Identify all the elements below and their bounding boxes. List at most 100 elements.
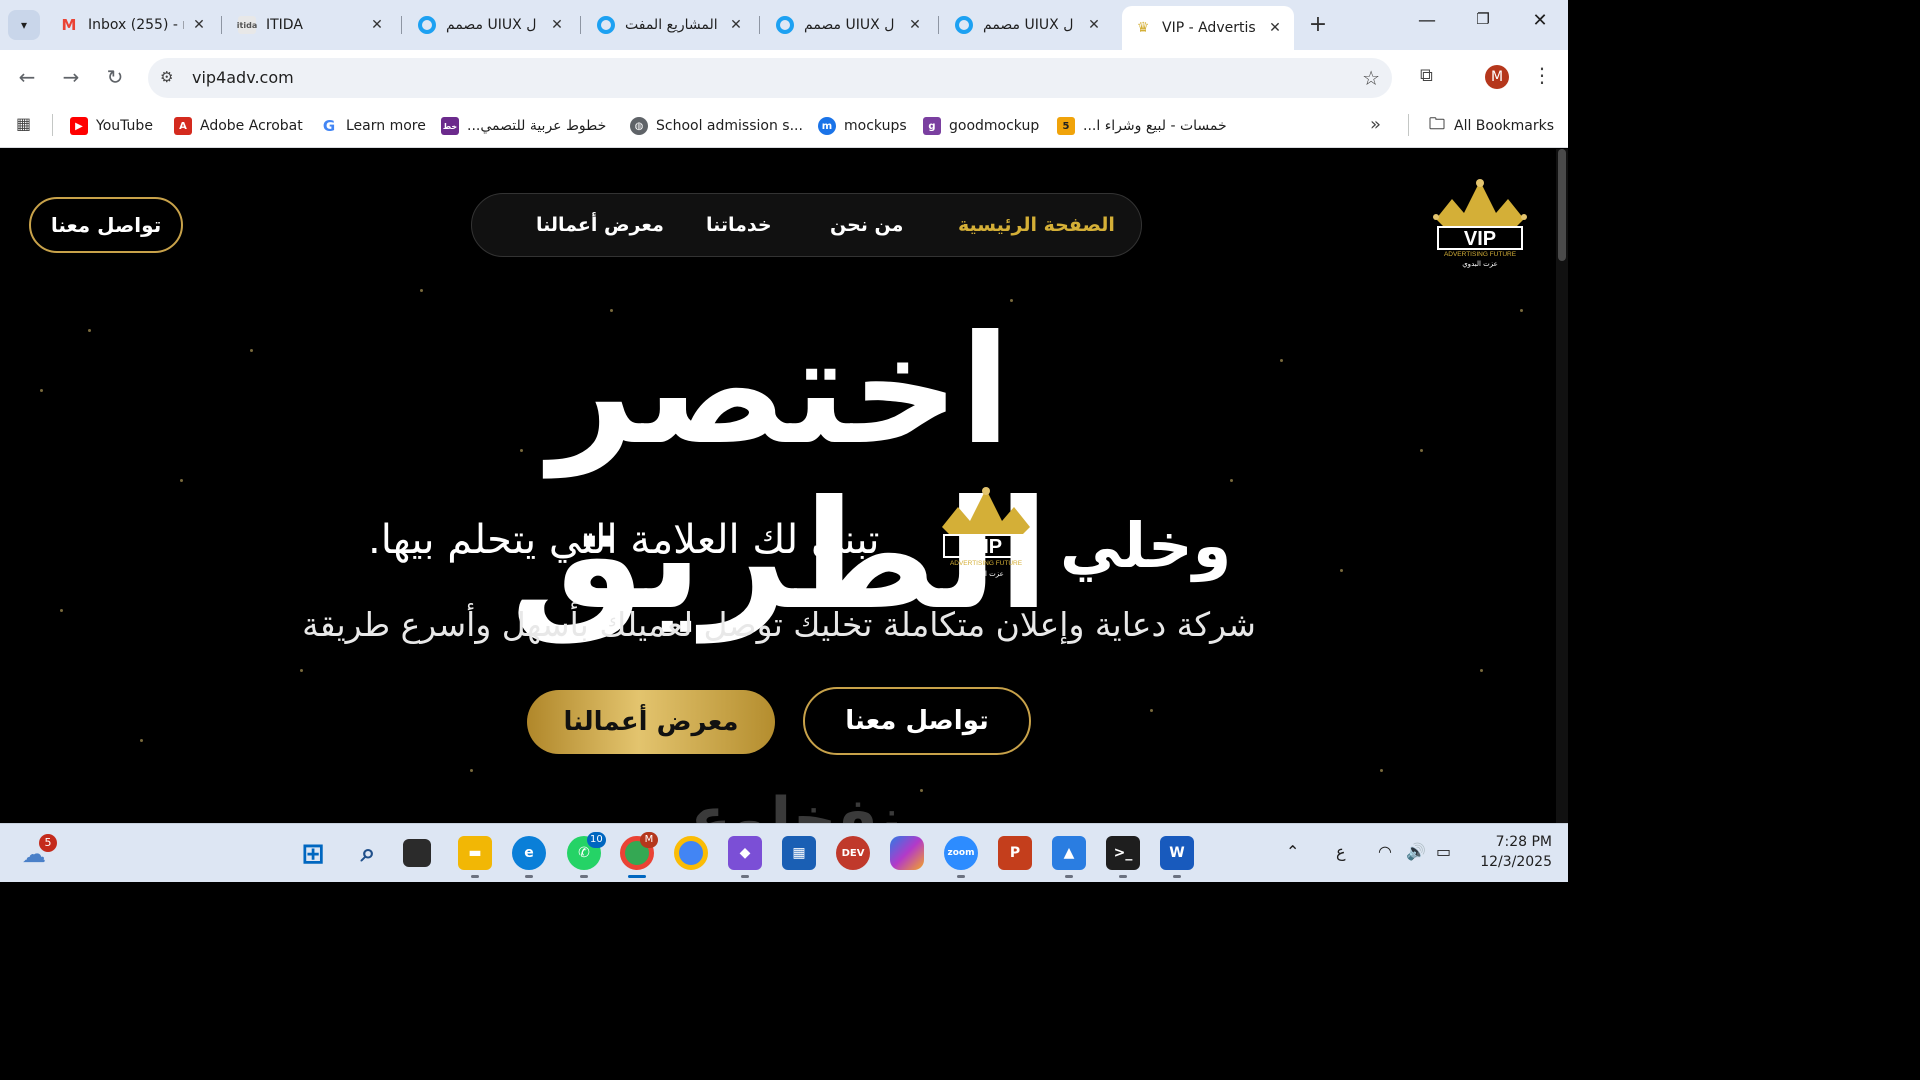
all-bookmarks-button[interactable]: 🗀 All Bookmarks: [1428, 114, 1554, 138]
copilot-icon[interactable]: [890, 836, 924, 870]
nav-home[interactable]: الصفحة الرئيسية: [958, 214, 1115, 236]
close-icon[interactable]: ✕: [727, 17, 745, 33]
crown-icon: [1436, 181, 1524, 227]
file-explorer-icon[interactable]: ▬: [458, 836, 492, 870]
tab-search-button[interactable]: ▾: [8, 10, 40, 40]
bookmark-arabic-fonts[interactable]: خط خطوط عربية للتصمي...: [441, 114, 606, 138]
tab-strip: ▾ M Inbox (255) - r ✕ itida ITIDA ✕ مصمم…: [0, 0, 1568, 50]
nav-portfolio[interactable]: معرض أعمالنا: [536, 214, 664, 236]
system-clock[interactable]: 7:28 PM 12/3/2025: [1472, 832, 1552, 872]
devcpp-icon[interactable]: DEV: [836, 836, 870, 870]
tab-projects[interactable]: المشاريع المفت ✕: [585, 8, 755, 42]
edge-icon[interactable]: e: [512, 836, 546, 870]
nav-about[interactable]: من نحن: [830, 214, 903, 236]
tab-title: مصمم UIUX ل: [446, 17, 537, 33]
reload-icon[interactable]: ↻: [102, 64, 128, 90]
hero-title: اختصر الطريق: [510, 304, 1050, 643]
photos-icon[interactable]: ▲: [1052, 836, 1086, 870]
contact-button[interactable]: تواصل معنا: [803, 687, 1031, 755]
new-tab-button[interactable]: +: [1304, 12, 1332, 37]
tray-chevron-up-icon[interactable]: ⌃: [1286, 842, 1299, 861]
mockups-icon: m: [818, 117, 836, 135]
powerpoint-icon[interactable]: P: [998, 836, 1032, 870]
hero-subtitle: شركة دعاية وإعلان متكاملة تخليك توصل لعم…: [302, 605, 1256, 644]
khamsat-icon: 5: [1057, 117, 1075, 135]
wifi-icon[interactable]: ◠: [1378, 842, 1392, 861]
page-scrollbar[interactable]: [1556, 149, 1568, 823]
bookmark-mockups[interactable]: m mockups: [818, 114, 907, 138]
tab-uiux-2[interactable]: مصمم UIUX ل ✕: [764, 8, 934, 42]
close-window-icon[interactable]: ✕: [1525, 10, 1555, 31]
nav-services[interactable]: خدماتنا: [706, 214, 772, 236]
svg-text:عزت البدوي: عزت البدوي: [968, 570, 1004, 578]
address-bar[interactable]: ⚙ vip4adv.com ☆: [148, 58, 1392, 98]
tab-uiux-1[interactable]: مصمم UIUX ل ✕: [406, 8, 576, 42]
input-language[interactable]: ع: [1336, 842, 1346, 861]
chrome-circle-icon: [418, 16, 436, 34]
gmail-icon: M: [61, 16, 77, 34]
close-icon[interactable]: ✕: [548, 17, 566, 33]
bookmark-goodmockup[interactable]: g goodmockup: [923, 114, 1039, 138]
visual-studio-icon[interactable]: ◆: [728, 836, 762, 870]
store-icon[interactable]: ▦: [782, 836, 816, 870]
volume-icon[interactable]: 🔊: [1406, 842, 1426, 861]
browser-toolbar: ← → ↻ ⚙ vip4adv.com ☆ ⧉ M ⋮: [0, 50, 1568, 104]
menu-kebab-icon[interactable]: ⋮: [1532, 63, 1552, 87]
tab-title: مصمم UIUX ل: [983, 17, 1074, 33]
main-navigation: الصفحة الرئيسية من نحن خدماتنا معرض أعما…: [471, 193, 1142, 257]
tab-title: ITIDA: [266, 17, 303, 33]
chrome-icon[interactable]: [674, 836, 708, 870]
search-icon[interactable]: ⌕: [351, 836, 385, 870]
header-contact-button[interactable]: تواصل معنا: [29, 197, 183, 253]
website-viewport: تواصل معنا الصفحة الرئيسية من نحن خدماتن…: [0, 149, 1568, 823]
terminal-icon[interactable]: >_: [1106, 836, 1140, 870]
bookmark-label: Learn more: [346, 118, 426, 134]
bookmark-acrobat[interactable]: A Adobe Acrobat: [174, 114, 303, 138]
start-windows-icon[interactable]: ⊞: [296, 836, 330, 870]
tab-vip-active[interactable]: ♛ VIP - Advertis ✕: [1122, 6, 1294, 50]
extensions-icon[interactable]: ⧉: [1420, 65, 1433, 86]
word-icon[interactable]: W: [1160, 836, 1194, 870]
bookmark-learn-more[interactable]: G Learn more: [320, 114, 426, 138]
close-icon[interactable]: ✕: [190, 17, 208, 33]
minimize-icon[interactable]: —: [1412, 10, 1442, 31]
task-view-icon[interactable]: [403, 839, 431, 867]
bookmark-star-icon[interactable]: ☆: [1362, 66, 1380, 90]
scrollbar-thumb[interactable]: [1558, 149, 1566, 261]
tab-uiux-3[interactable]: مصمم UIUX ل ✕: [943, 8, 1113, 42]
restore-icon[interactable]: ❐: [1468, 10, 1498, 28]
weather-badge: 5: [39, 834, 57, 852]
vip-crown-icon: ♛: [1136, 20, 1150, 36]
bookmark-khamsat[interactable]: 5 خمسات - لبيع وشراء ا...: [1057, 114, 1227, 138]
apps-grid-icon[interactable]: ▦: [16, 114, 31, 133]
vip-logo[interactable]: VIP ADVERTISING FUTURE عزت البدوي: [1430, 179, 1530, 271]
folder-icon: 🗀: [1428, 113, 1445, 133]
svg-text:VIP: VIP: [1464, 228, 1496, 250]
bookmarks-bar: ▦ ▶ YouTube A Adobe Acrobat G Learn more…: [0, 104, 1568, 148]
site-settings-icon[interactable]: ⚙: [160, 68, 173, 86]
chrome-circle-icon: [597, 16, 615, 34]
more-bookmarks-chevron-icon[interactable]: »: [1370, 114, 1381, 135]
whatsapp-badge: 10: [587, 832, 606, 848]
tab-title: المشاريع المفت: [625, 17, 718, 33]
bookmark-youtube[interactable]: ▶ YouTube: [70, 114, 153, 138]
back-arrow-icon[interactable]: ←: [14, 64, 40, 90]
chrome-circle-icon: [955, 16, 973, 34]
tab-gmail[interactable]: M Inbox (255) - r ✕: [48, 8, 218, 42]
close-icon[interactable]: ✕: [1085, 17, 1103, 33]
close-icon[interactable]: ✕: [1266, 20, 1284, 36]
url-text[interactable]: vip4adv.com: [192, 68, 294, 87]
zoom-icon[interactable]: zoom: [944, 836, 978, 870]
portfolio-button[interactable]: معرض أعمالنا: [527, 690, 775, 754]
close-icon[interactable]: ✕: [368, 17, 386, 33]
bookmark-school-admission[interactable]: ◍ School admission s...: [630, 114, 803, 138]
close-icon[interactable]: ✕: [906, 17, 924, 33]
forward-arrow-icon[interactable]: →: [58, 64, 84, 90]
hero-line2-start: وخلي: [1060, 509, 1232, 582]
profile-avatar[interactable]: M: [1485, 65, 1509, 89]
bookmark-label: Adobe Acrobat: [200, 118, 303, 134]
battery-icon[interactable]: ▭: [1436, 842, 1451, 861]
bookmark-label: All Bookmarks: [1454, 118, 1555, 134]
google-icon: G: [320, 117, 338, 135]
tab-itida[interactable]: itida ITIDA ✕: [226, 8, 396, 42]
